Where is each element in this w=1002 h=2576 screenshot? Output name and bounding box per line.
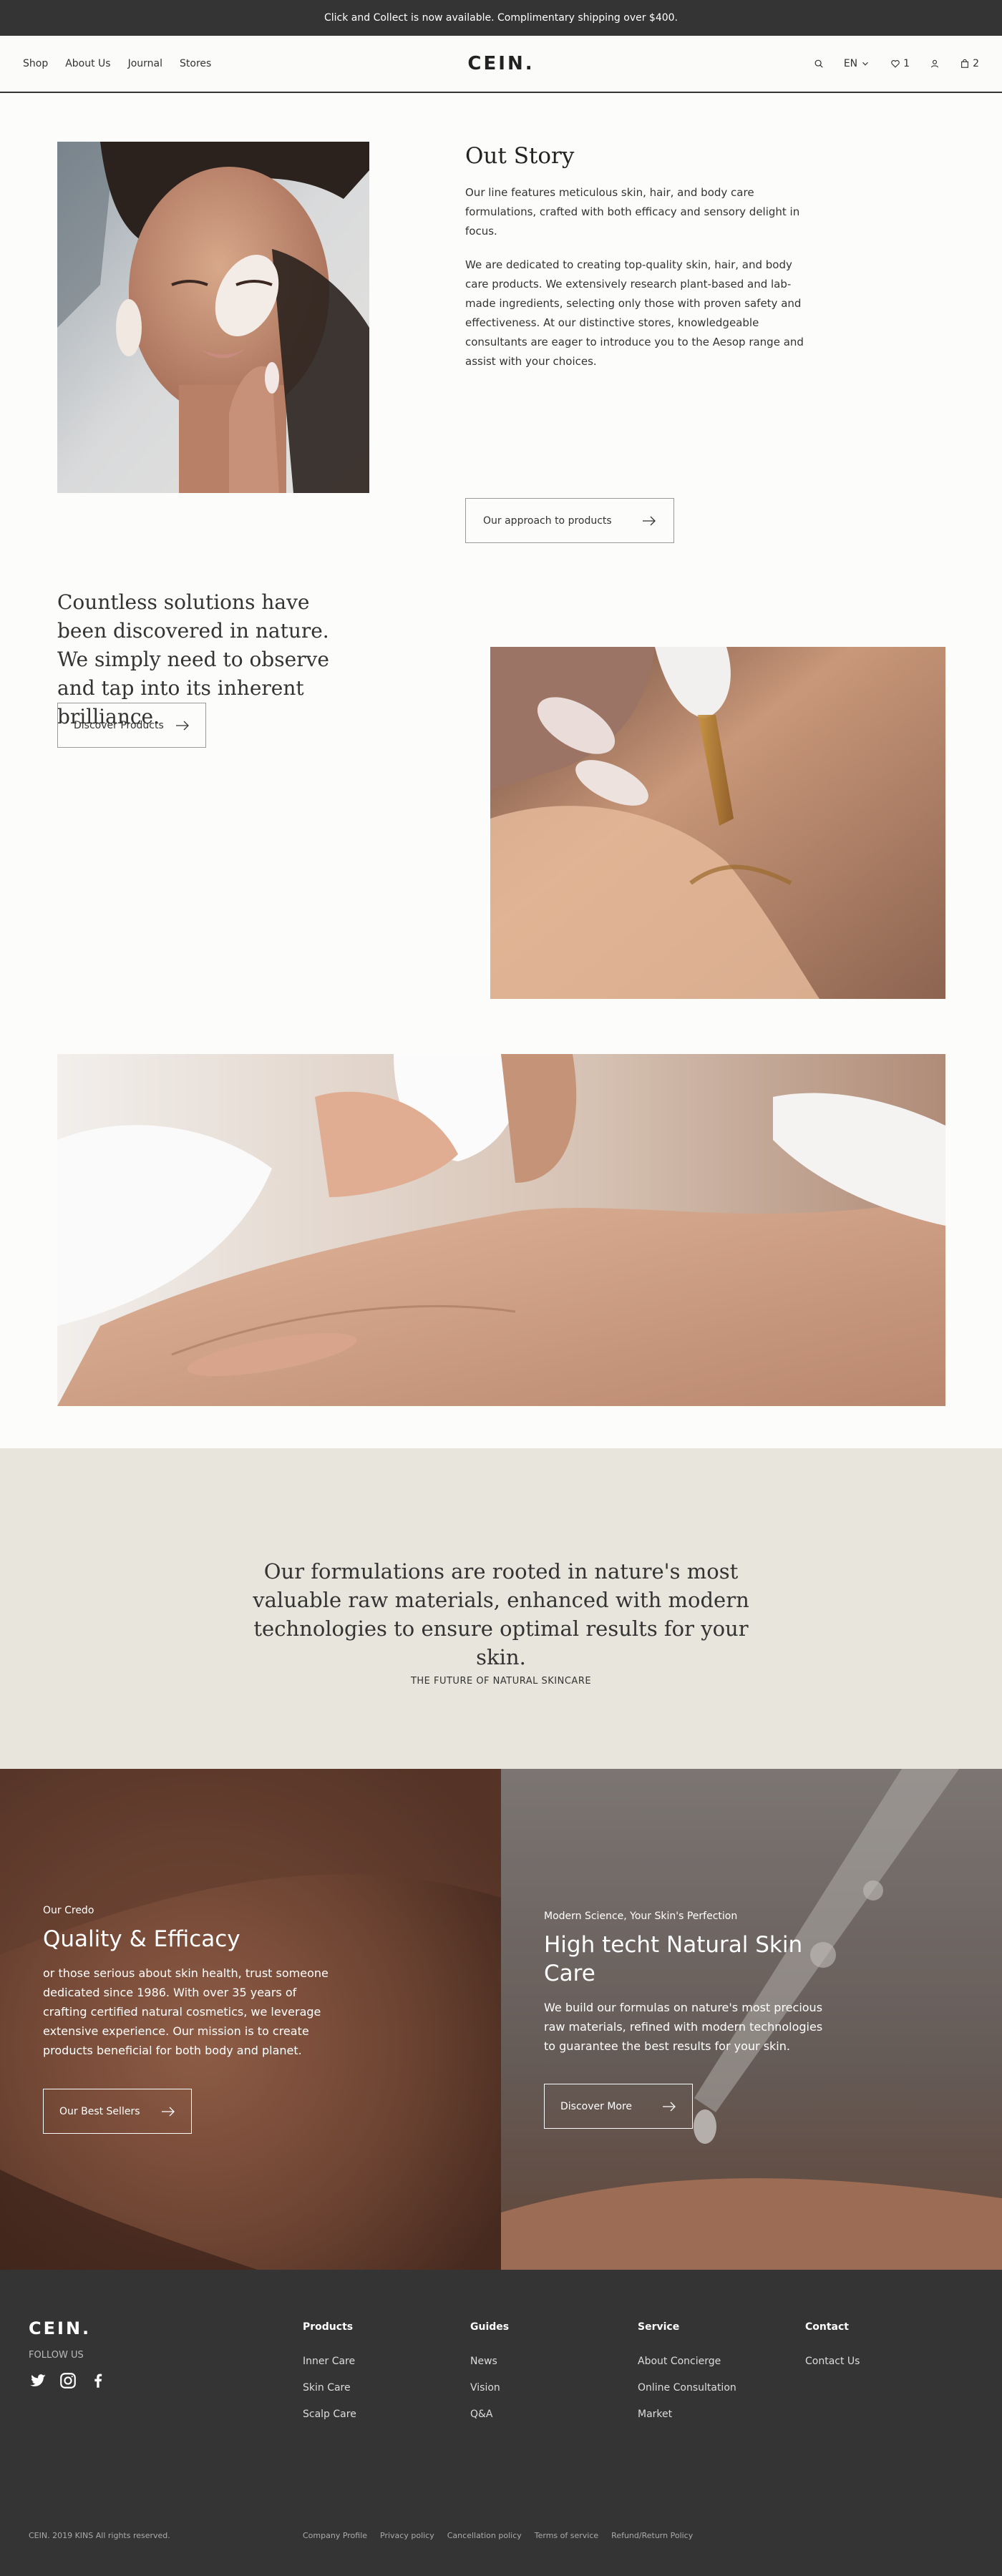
nav-shop[interactable]: Shop [23,58,48,69]
social-links [29,2371,107,2390]
footer-link-qa[interactable]: Q&A [470,2409,509,2420]
mission-section: Our formulations are rooted in nature's … [0,1448,1002,1769]
story-text-block: Out Story Our line features meticulous s… [465,142,809,371]
quality-title: Quality & Efficacy [43,1926,240,1952]
footer-link-market[interactable]: Market [638,2409,736,2420]
twitter-icon[interactable] [29,2371,47,2390]
serum-dropper-image [490,647,945,999]
best-sellers-button[interactable]: Our Best Sellers [43,2089,192,2134]
facebook-icon[interactable] [89,2371,107,2390]
heart-icon [891,59,900,68]
mission-quote: Our formulations are rooted in nature's … [253,1559,749,1669]
quality-body: or those serious about skin health, trus… [43,1966,329,2057]
cart-button[interactable]: 2 [960,58,979,69]
footer-col-guides: Guides News Vision Q&A [470,2321,509,2435]
wishlist-button[interactable]: 1 [890,58,910,69]
footer-col-title: Contact [805,2321,849,2333]
story-paragraph-1: Our line features meticulous skin, hair,… [465,186,800,238]
language-selector[interactable]: EN [844,58,870,69]
discover-more-button[interactable]: Discover More [544,2084,693,2129]
natural-body: We build our formulas on nature's most p… [544,2001,823,2053]
follow-us-label: FOLLOW US [29,2350,84,2361]
shopping-bag-icon [961,59,969,68]
footer-col-title: Service [638,2321,680,2333]
nature-solutions-section: Countless solutions have been discovered… [0,509,1002,1043]
search-icon [814,59,823,68]
natural-eyebrow: Modern Science, Your Skin's Perfection [544,1911,738,1922]
legal-link-privacy-policy[interactable]: Privacy policy [380,2531,434,2540]
site-header: Shop About Us Journal Stores CEIN. EN 1 … [0,36,1002,93]
discover-products-button[interactable]: Discover Products [57,703,206,748]
nav-about-us[interactable]: About Us [65,58,110,69]
footer-link-news[interactable]: News [470,2356,509,2367]
natural-promo-text: Modern Science, Your Skin's Perfection H… [544,1911,830,2056]
quality-eyebrow: Our Credo [43,1905,94,1916]
search-button[interactable] [814,59,824,69]
site-logo[interactable]: CEIN. [467,53,534,74]
footer-link-online-consultation[interactable]: Online Consultation [638,2382,736,2394]
header-actions: EN 1 2 [814,58,979,69]
copyright-text: CEIN. 2019 KINS All rights reserved. [29,2531,170,2540]
footer-logo[interactable]: CEIN. [29,2318,91,2338]
account-button[interactable] [930,59,940,69]
legal-link-company-profile[interactable]: Company Profile [303,2531,367,2540]
mission-subtitle: THE FUTURE OF NATURAL SKINCARE [410,1676,592,1687]
model-portrait-image [57,142,369,493]
our-story-section: Out Story Our line features meticulous s… [0,93,1002,543]
legal-link-cancellation-policy[interactable]: Cancellation policy [447,2531,522,2540]
discover-products-label: Discover Products [74,719,164,731]
instagram-icon[interactable] [59,2371,77,2390]
site-footer: CEIN. FOLLOW US Products Inner Care Skin… [0,2270,1002,2576]
cart-count: 2 [973,58,979,69]
arrow-right-icon [663,2102,676,2111]
footer-col-products: Products Inner Care Skin Care Scalp Care [303,2321,356,2435]
user-icon [931,59,939,68]
nav-stores[interactable]: Stores [180,58,211,69]
main-nav: Shop About Us Journal Stores [23,58,211,69]
quality-promo-text: Our Credo Quality & Efficacy or those se… [43,1905,344,2060]
footer-col-title: Products [303,2321,354,2333]
discover-more-label: Discover More [560,2100,633,2112]
footer-col-title: Guides [470,2321,510,2333]
footer-link-scalp-care[interactable]: Scalp Care [303,2409,356,2420]
footer-link-vision[interactable]: Vision [470,2382,509,2394]
story-paragraph-2: We are dedicated to creating top-quality… [465,258,804,368]
best-sellers-label: Our Best Sellers [59,2105,140,2117]
legal-links: Company Profile Privacy policy Cancellat… [303,2531,693,2540]
natural-title: High techt Natural Skin Care [544,1932,803,1986]
footer-link-skin-care[interactable]: Skin Care [303,2382,356,2394]
quality-efficacy-promo: Our Credo Quality & Efficacy or those se… [0,1769,501,2270]
footer-link-about-concierge[interactable]: About Concierge [638,2356,736,2367]
chevron-down-icon [862,62,869,66]
hand-cream-image [57,1054,945,1406]
nav-journal[interactable]: Journal [128,58,162,69]
arrow-right-icon [162,2107,175,2116]
story-title: Out Story [465,143,575,169]
footer-link-inner-care[interactable]: Inner Care [303,2356,356,2367]
footer-col-service: Service About Concierge Online Consultat… [638,2321,736,2435]
footer-col-contact: Contact Contact Us [805,2321,860,2382]
footer-link-contact-us[interactable]: Contact Us [805,2356,860,2367]
language-label: EN [843,58,858,69]
legal-link-terms-of-service[interactable]: Terms of service [535,2531,598,2540]
arrow-right-icon [176,721,189,730]
legal-link-refund-return-policy[interactable]: Refund/Return Policy [611,2531,693,2540]
announcement-bar: Click and Collect is now available. Comp… [0,0,1002,36]
wishlist-count: 1 [903,58,910,69]
natural-skincare-promo: Modern Science, Your Skin's Perfection H… [501,1769,1002,2270]
announcement-text: Click and Collect is now available. Comp… [324,12,678,24]
